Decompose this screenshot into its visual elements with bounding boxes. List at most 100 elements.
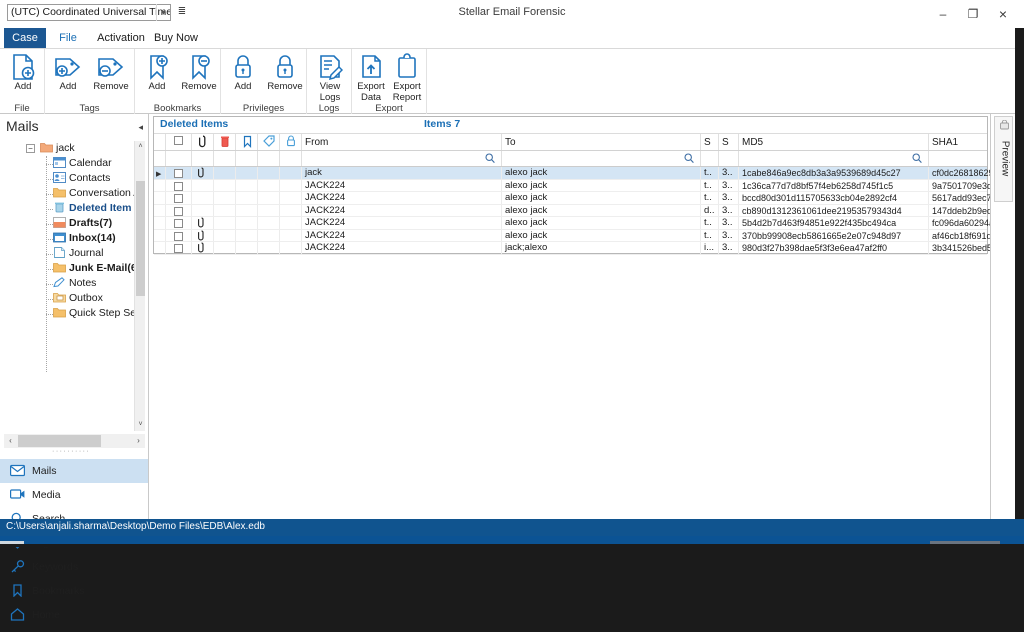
scroll-thumb[interactable]: [136, 181, 145, 296]
filter-input-s1[interactable]: [701, 151, 719, 166]
filter-input-from[interactable]: [302, 151, 502, 166]
tab-case[interactable]: Case: [4, 28, 46, 48]
scroll-up-arrow-icon[interactable]: ˄: [135, 141, 145, 153]
nav-item-media[interactable]: Media: [0, 483, 148, 507]
column-header-attachment[interactable]: [192, 134, 214, 150]
cell-from: JACK224: [302, 179, 502, 191]
tree-vertical-scrollbar[interactable]: ˄ ˅: [134, 141, 145, 431]
table-row[interactable]: ▶ jack alexo jack t.. 3.. 1cabe846a9ec8db3a3a…: [154, 167, 1024, 180]
tree-node-deleted-items[interactable]: Deleted Item: [4, 201, 145, 216]
row-checkbox[interactable]: [174, 181, 183, 191]
column-header-deleted[interactable]: [214, 134, 236, 150]
tree-node-outbox[interactable]: Outbox: [4, 291, 145, 306]
row-checkbox[interactable]: [174, 169, 183, 178]
preview-tab-box[interactable]: Preview: [994, 116, 1013, 202]
column-header-md5[interactable]: MD5: [739, 134, 929, 150]
tag-add-icon: [48, 53, 88, 81]
row-bookmark-cell: [236, 217, 258, 229]
row-deleted-cell: [214, 204, 236, 216]
cell-s1: i...: [701, 242, 719, 254]
column-header-to[interactable]: To: [502, 134, 701, 150]
ribbon-button-view-logs[interactable]: View Logs: [310, 51, 350, 102]
lock-add-icon: [223, 53, 263, 81]
restore-button[interactable]: ❐: [958, 3, 988, 25]
search-icon[interactable]: [912, 153, 922, 166]
column-header-s1[interactable]: S: [701, 134, 719, 150]
table-row[interactable]: JACK224 jack;alexo i... 3.. 980d3f27b398dae5…: [154, 242, 1024, 255]
table-row[interactable]: JACK224 alexo jack t.. 3.. 1c36ca77d7d8bf57f…: [154, 179, 1024, 192]
tab-buy-now[interactable]: Buy Now: [147, 28, 205, 48]
tab-file[interactable]: File: [47, 28, 89, 48]
collapse-panel-icon[interactable]: ◂: [138, 122, 143, 133]
ribbon-button-add-tag[interactable]: Add: [48, 51, 88, 101]
grid-folder-title: Deleted Items: [160, 118, 229, 130]
tree-node-junk-email[interactable]: Junk E-Mail(6: [4, 261, 145, 276]
row-checkbox[interactable]: [174, 244, 183, 253]
cell-md5: 5b4d2b7d463f94851e922f435bc494ca: [739, 217, 929, 229]
ribbon-button-export-report[interactable]: Export Report: [388, 51, 426, 102]
row-checkbox-cell: [166, 179, 192, 191]
row-checkbox[interactable]: [174, 194, 183, 203]
column-header-tag[interactable]: [258, 134, 280, 150]
table-row[interactable]: JACK224 alexo jack t.. 3.. 5b4d2b7d463f94851…: [154, 217, 1024, 230]
ribbon-button-add-bookmark[interactable]: Add: [137, 51, 177, 101]
tree-node-contacts[interactable]: Contacts: [4, 171, 145, 186]
table-row[interactable]: JACK224 alexo jack d.. 3.. cb890d1312361061d…: [154, 204, 1024, 217]
row-bookmark-cell: [236, 192, 258, 204]
row-checkbox[interactable]: [174, 219, 183, 228]
table-row[interactable]: JACK224 alexo jack t.. 3.. 370bb99908ecb5861…: [154, 229, 1024, 242]
hscroll-thumb[interactable]: [18, 435, 101, 447]
row-attachment-cell: [192, 179, 214, 191]
tree-node-journal[interactable]: Journal: [4, 246, 145, 261]
column-header-select-all[interactable]: [166, 134, 192, 150]
tree-node-quick-step-settings[interactable]: Quick Step Set: [4, 306, 145, 321]
folder-tree: − jack Calendar Contacts Conversation A …: [4, 141, 145, 431]
tree-node-jack[interactable]: − jack: [4, 141, 145, 156]
filter-input-md5[interactable]: [739, 151, 929, 166]
column-header-from[interactable]: From: [302, 134, 502, 150]
row-checkbox[interactable]: [174, 231, 183, 241]
column-header-bookmark[interactable]: [236, 134, 258, 150]
panel-splitter-grip[interactable]: ··········: [52, 448, 98, 455]
tree-node-conversation-action[interactable]: Conversation A: [4, 186, 145, 201]
ribbon-button-remove-privilege[interactable]: Remove: [263, 51, 307, 101]
ribbon-button-export-data[interactable]: Export Data: [352, 51, 390, 102]
ribbon-button-add-privilege[interactable]: Add: [223, 51, 263, 101]
checkbox-icon[interactable]: [174, 136, 183, 145]
table-row[interactable]: JACK224 alexo jack t.. 3.. bccd80d301d115705…: [154, 192, 1024, 205]
tree-node-label: Conversation A: [69, 187, 141, 199]
tree-expander-icon[interactable]: −: [26, 144, 35, 153]
ribbon-button-remove-tag[interactable]: Remove: [89, 51, 133, 101]
nav-item-keywords[interactable]: Keywords: [0, 555, 148, 579]
ribbon-button-label: Remove: [267, 81, 303, 92]
nav-item-bookmarks[interactable]: Bookmarks: [0, 579, 148, 603]
tab-activation[interactable]: Activation: [90, 28, 152, 48]
filter-input-to[interactable]: [502, 151, 701, 166]
filter-input-s2[interactable]: [719, 151, 739, 166]
minimize-button[interactable]: –: [928, 3, 958, 25]
tree-node-label: jack: [56, 142, 75, 154]
scroll-down-arrow-icon[interactable]: ˅: [135, 419, 145, 431]
scroll-right-arrow-icon[interactable]: ›: [132, 434, 145, 448]
ribbon-group-label-privileges: Privileges: [242, 103, 285, 114]
tree-node-calendar[interactable]: Calendar: [4, 156, 145, 171]
tree-node-inbox[interactable]: Inbox(14): [4, 231, 145, 246]
tree-node-notes[interactable]: Notes: [4, 276, 145, 291]
column-header-privilege[interactable]: [280, 134, 302, 150]
tree-horizontal-scrollbar[interactable]: ‹ ›: [4, 434, 145, 448]
cell-from: JACK224: [302, 229, 502, 241]
nav-item-home[interactable]: Home: [0, 603, 148, 627]
column-header-s2[interactable]: S: [719, 134, 739, 150]
search-icon[interactable]: [684, 153, 694, 166]
cell-s2: 3..: [719, 229, 739, 241]
status-bar-path: C:\Users\anjali.sharma\Desktop\Demo File…: [6, 521, 265, 532]
search-icon[interactable]: [485, 153, 495, 166]
ribbon-button-remove-bookmark[interactable]: Remove: [177, 51, 221, 101]
nav-item-mails[interactable]: Mails: [0, 459, 148, 483]
row-checkbox[interactable]: [174, 206, 183, 216]
tree-node-drafts[interactable]: Drafts(7): [4, 216, 145, 231]
cell-md5: 1cabe846a9ec8db3a3a9539689d45c27: [739, 167, 929, 179]
scroll-left-arrow-icon[interactable]: ‹: [4, 434, 17, 448]
ribbon-button-add-file[interactable]: Add: [3, 51, 43, 101]
close-button[interactable]: ×: [988, 3, 1018, 25]
